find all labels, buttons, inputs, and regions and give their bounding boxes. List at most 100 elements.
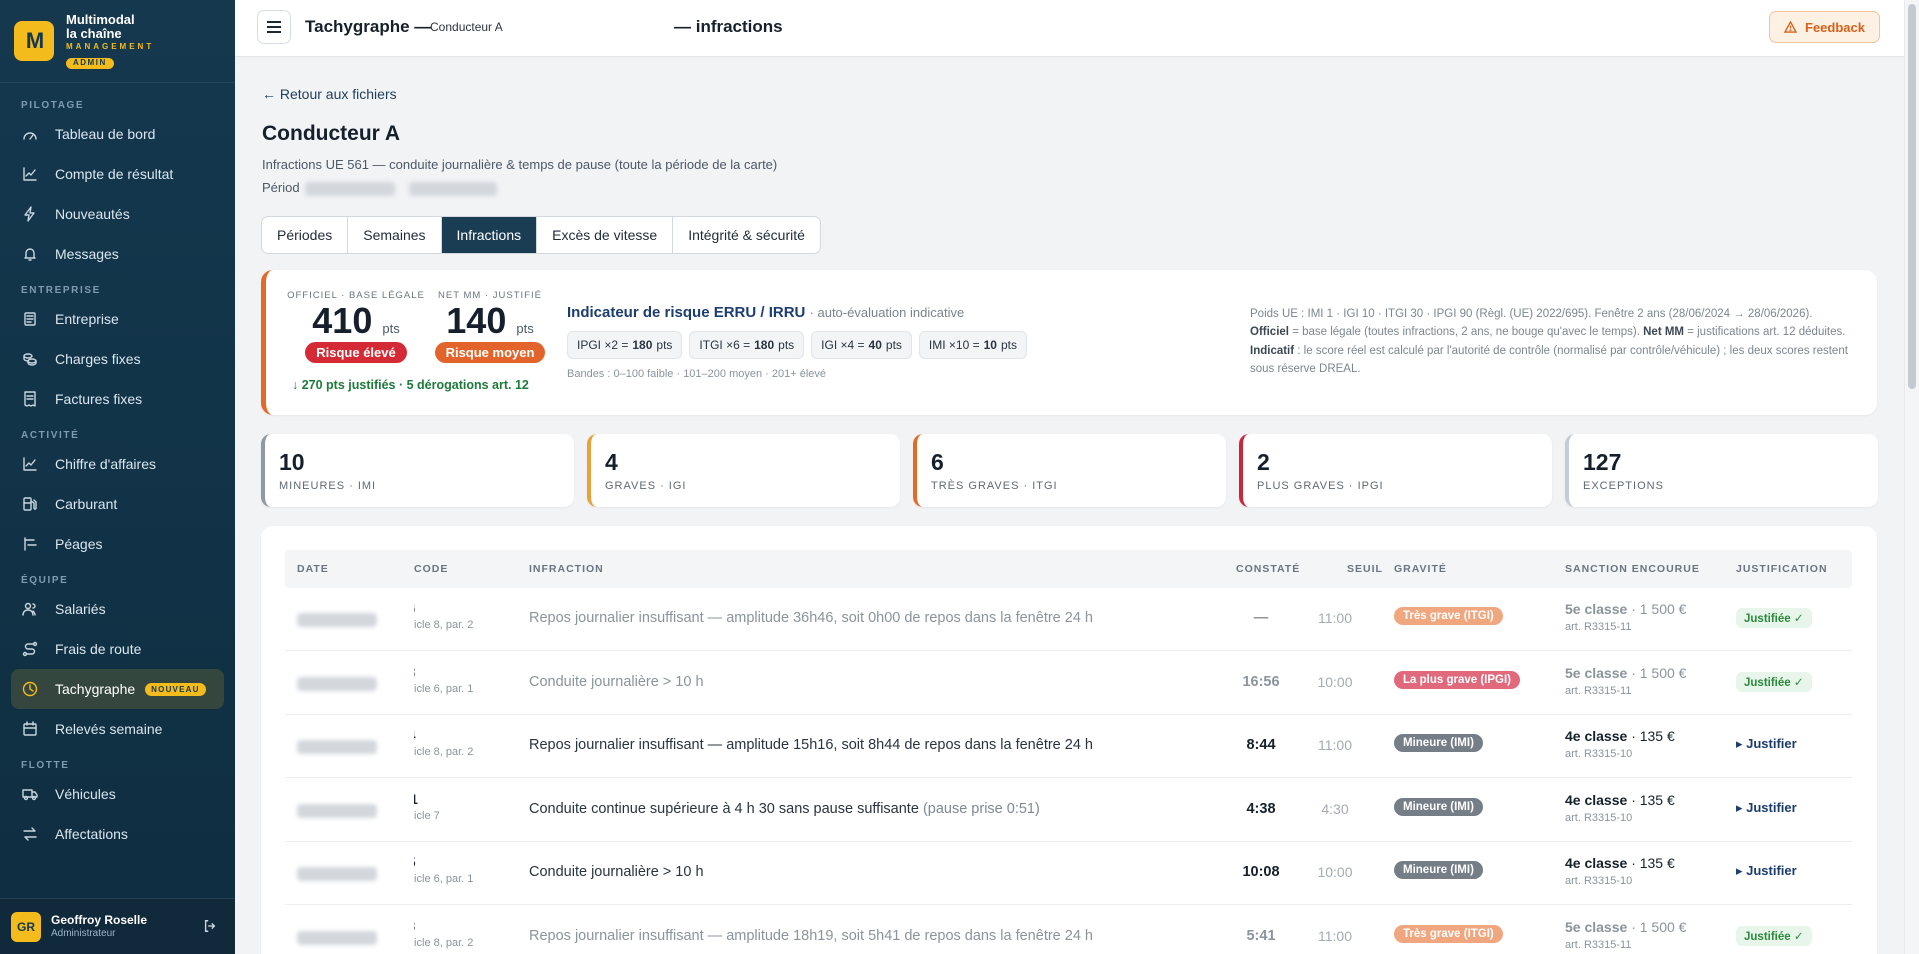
feedback-button[interactable]: Feedback [1769,11,1880,43]
sidebar-item-factures-fixes[interactable]: Factures fixes [11,379,224,419]
infraction-code: 93 [414,918,416,934]
tab-integrite-securite[interactable]: Intégrité & sécurité [673,217,820,253]
sidebar-item-charges-fixes[interactable]: Charges fixes [11,339,224,379]
table-row[interactable]: 96 Article 8, par. 2 Repos journalier insu… [285,588,1852,651]
brand-name-line1: Multimodal [66,11,135,27]
chip-formula: ITGI ×6 = [699,338,751,352]
sidebar-item-nouveautes[interactable]: Nouveautés [11,194,224,234]
column-header[interactable]: JUSTIFICATION [1736,563,1828,575]
tab-exces-de-vitesse[interactable]: Excès de vitesse [537,217,674,253]
justified-badge[interactable]: Justifiée ✓ [1736,671,1812,692]
scrollbar-thumb[interactable] [1908,4,1916,389]
user-name: Geoffroy Roselle [51,912,148,927]
sanction-article: art. R3315-11 [1565,684,1632,697]
stat-card[interactable]: 10 MINEURES · IMI [261,434,574,507]
sidebar-item-label: Frais de route [55,641,142,657]
column-header[interactable]: SEUIL [1347,563,1383,575]
sanction-class: 5e classe [1565,664,1628,681]
stat-card[interactable]: 6 TRÈS GRAVES · ITGI [913,434,1226,507]
note-indicative: : le score réel est calculé par l'autori… [1250,344,1848,376]
sidebar-item-carburant[interactable]: Carburant [11,484,224,524]
infraction-text: Conduite continue supérieure à 4 h 30 sa… [529,800,919,817]
sidebar-item-peages[interactable]: Péages [11,524,224,564]
stat-card[interactable]: 2 PLUS GRAVES · IPGI [1239,434,1552,507]
observed-value: — [1253,610,1269,626]
truck-icon [21,785,39,803]
column-header[interactable]: INFRACTION [529,563,604,575]
logout-icon[interactable] [203,919,217,938]
stat-label: GRAVES · IGI [605,480,687,492]
justified-badge[interactable]: Justifiée ✓ [1736,608,1812,628]
sidebar-item-compte-de-resultat[interactable]: Compte de résultat [11,154,224,194]
sidebar-item-chiffre-d-affaires[interactable]: Chiffre d'affaires [11,444,224,484]
warning-icon [1784,21,1798,33]
sidebar-item-salaries[interactable]: Salariés [11,589,224,629]
table-row[interactable]: 04 Article 8, par. 2 Repos journalier insu… [285,715,1852,778]
column-header[interactable]: CONSTATÉ [1236,563,1300,575]
sidebar-item-label: Nouveautés [55,206,130,222]
sanction-class: 5e classe [1565,918,1628,935]
sidebar-item-tableau-de-bord[interactable]: Tableau de bord [11,114,224,154]
sanction-amount: · 135 € [1631,791,1675,808]
table-row[interactable]: C1 Article 7 Conduite continue supérieure … [285,779,1852,842]
chip-value: 40 [868,338,882,352]
sanction-cell: 4e classe · 135 € art. R3315-10 [1565,855,1675,887]
stat-card[interactable]: 4 GRAVES · IGI [587,434,900,507]
sidebar-item-label: Chiffre d'affaires [55,456,156,472]
back-link[interactable]: ← Retour aux fichiers [262,86,397,102]
risk-card: OFFICIEL · BASE LÉGALE 410 pts Risque él… [261,270,1877,415]
severity-badge: Mineure (IMI) [1394,734,1483,752]
table-row[interactable]: 35 Article 6, par. 1 Conduite journalière … [285,842,1852,905]
stat-card[interactable]: 127 EXCEPTIONS [1565,434,1878,507]
observed-value: 8:44 [1246,737,1276,753]
justify-button[interactable]: ▸ Justifier [1736,736,1797,752]
observed-value: 16:56 [1242,673,1280,690]
sidebar-item-label: Péages [55,536,103,552]
tab-periodes[interactable]: Périodes [262,217,349,253]
sidebar-item-affectations[interactable]: Affectations [11,814,224,854]
table-row[interactable]: 93 Article 8, par. 2 Repos journalier insu… [285,906,1852,954]
sidebar-item-releves-semaine[interactable]: Relevés semaine [11,709,224,749]
regulation-article: Article 7 [414,809,440,822]
avatar[interactable]: GR [11,911,41,942]
column-header[interactable]: GRAVITÉ [1394,563,1447,575]
severity-badge: Très grave (ITGI) [1394,607,1503,625]
official-score-unit: pts [382,321,400,336]
threshold-value: 10:00 [1317,673,1353,690]
column-header[interactable]: SANCTION ENCOURUE [1565,563,1700,575]
brand[interactable]: M Multimodal la chaîne MANAGEMENT ADMIN [0,0,235,83]
sidebar-item-messages[interactable]: Messages [11,234,224,274]
column-header[interactable]: DATE [297,563,329,575]
sidebar-item-frais-de-route[interactable]: Frais de route [11,629,224,669]
observed-value: 10:08 [1242,864,1280,880]
justify-button[interactable]: ▸ Justifier [1736,863,1797,879]
page-title: Conducteur A [262,122,401,145]
note-net: = justifications art. 12 déduites. [1687,326,1846,339]
infraction-code: C1 [414,790,418,807]
page-scrollbar[interactable] [1904,0,1919,954]
tab-semaines[interactable]: Semaines [348,217,442,253]
topbar: Tachygraphe — Conducteur A — infractions… [235,0,1904,57]
sidebar-item-label: Relevés semaine [55,721,163,737]
infractions-table: DATE CODE INFRACTION CONSTATÉ SEUIL GRAVITÉ SA… [261,526,1877,954]
sidebar-item-entreprise[interactable]: Entreprise [11,299,224,339]
infraction-text: Repos journalier insuffisant — amplitude… [529,610,1093,626]
justified-badge[interactable]: Justifiée ✓ [1736,925,1812,946]
sidebar-item-label: Charges fixes [55,351,141,367]
chip-formula: IMI ×10 = [928,338,980,352]
stat-value: 127 [1583,449,1622,475]
sanction-cell: 4e classe · 135 € art. R3315-10 [1565,792,1675,824]
menu-button[interactable] [257,10,291,44]
official-score: OFFICIEL · BASE LÉGALE 410 pts Risque él… [286,290,426,363]
net-risk-pill: Risque moyen [434,341,546,363]
bolt-icon [21,205,39,223]
sidebar-item-vehicules[interactable]: Véhicules [11,774,224,814]
column-header[interactable]: CODE [414,563,448,575]
table-row[interactable]: 48 Article 6, par. 1 Conduite journalière … [285,652,1852,715]
document-icon [21,310,39,328]
chip-unit: pts [778,338,795,352]
tab-infractions[interactable]: Infractions [441,217,538,253]
justify-button[interactable]: ▸ Justifier [1736,800,1797,816]
route-icon [21,640,39,658]
sidebar-item-tachygraphe[interactable]: Tachygraphe NOUVEAU [11,669,224,709]
